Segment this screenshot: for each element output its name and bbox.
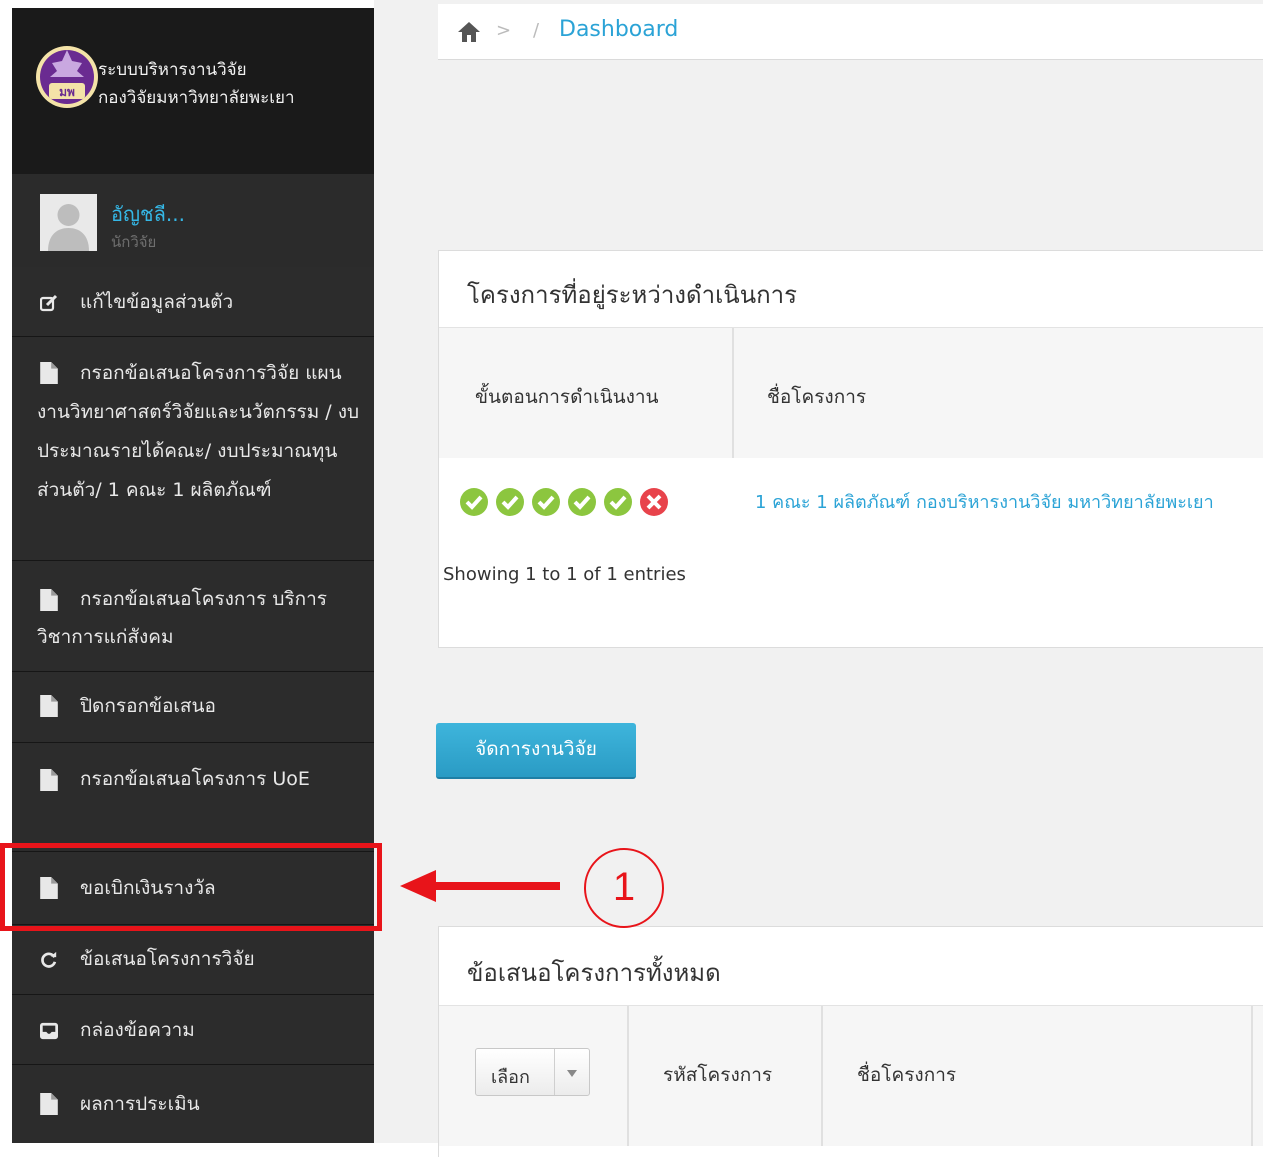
ongoing-projects-panel: โครงการที่อยู่ระหว่างดำเนินการ ขั้นตอนกา… [438, 250, 1263, 648]
home-icon[interactable] [457, 21, 481, 43]
refresh-icon [41, 951, 57, 968]
check-icon [532, 488, 560, 516]
brand-header: มพ ระบบบริหารงานวิจัย กองวิจัยมหาวิทยาลั… [12, 8, 374, 175]
main-content: > / Dashboard โครงการที่อยู่ระหว่างดำเนิ… [374, 0, 1263, 1157]
select-value: เลือก [491, 1067, 530, 1088]
user-name[interactable]: อัญชลี... [111, 198, 185, 230]
select-divider [554, 1049, 555, 1095]
brand-title-line1: ระบบบริหารงานวิจัย [98, 60, 247, 80]
annotation-arrow-icon [400, 870, 560, 902]
column-header-steps[interactable]: ขั้นตอนการดำเนินงาน [475, 382, 659, 412]
check-icon [496, 488, 524, 516]
panel-title: โครงการที่อยู่ระหว่างดำเนินการ [467, 281, 797, 309]
university-logo: มพ [36, 46, 98, 108]
sidebar-item-label: กล่องข้อความ [80, 1019, 195, 1041]
sidebar: มพ ระบบบริหารงานวิจัย กองวิจัยมหาวิทยาลั… [12, 8, 374, 1143]
breadcrumb: > / Dashboard [438, 4, 1263, 60]
inbox-icon [40, 1022, 58, 1040]
logo-text: มพ [59, 85, 75, 99]
panel-title: ข้อเสนอโครงการทั้งหมด [467, 959, 721, 987]
sidebar-item-close-proposal[interactable]: ปิดกรอกข้อเสนอ [12, 672, 374, 743]
column-divider [732, 328, 734, 458]
avatar [40, 194, 97, 251]
table-header: เลือก รหัสโครงการ ชื่อโครงการ [439, 1005, 1263, 1146]
sidebar-item-edit-profile[interactable]: แก้ไขข้อมูลส่วนตัว [12, 267, 374, 337]
table-info: Showing 1 to 1 of 1 entries [443, 564, 686, 585]
column-header-project-name[interactable]: ชื่อโครงการ [767, 382, 866, 412]
sidebar-item-label: ปิดกรอกข้อเสนอ [80, 695, 216, 717]
breadcrumb-dashboard-link[interactable]: Dashboard [559, 17, 678, 42]
cross-icon [640, 488, 668, 516]
sidebar-item-label: กรอกข้อเสนอโครงการวิจัย แผนงานวิทยาศาสตร… [37, 362, 360, 501]
chevron-down-icon [567, 1070, 577, 1077]
sidebar-item-research-proposals[interactable]: ข้อเสนอโครงการวิจัย [12, 925, 374, 995]
sidebar-item-label: ผลการประเมิน [80, 1093, 200, 1115]
sidebar-item-label: แก้ไขข้อมูลส่วนตัว [80, 291, 234, 313]
sidebar-item-label: กรอกข้อเสนอโครงการ บริการวิชาการแก่สังคม [37, 588, 327, 648]
column-header-project-name[interactable]: ชื่อโครงการ [857, 1060, 956, 1090]
user-role: นักวิจัย [111, 233, 157, 251]
select-dropdown[interactable]: เลือก [475, 1048, 590, 1096]
sidebar-item-label: กรอกข้อเสนอโครงการ UoE [80, 768, 310, 790]
column-divider [821, 1006, 823, 1146]
sidebar-item-academic-service[interactable]: กรอกข้อเสนอโครงการ บริการวิชาการแก่สังคม [12, 561, 374, 672]
check-icon [460, 488, 488, 516]
file-icon [40, 1093, 58, 1115]
annotation-highlight-box [0, 843, 382, 931]
brand-title-line2: กองวิจัยมหาวิทยาลัยพะเยา [98, 88, 295, 108]
column-divider [627, 1006, 629, 1146]
brand-title: ระบบบริหารงานวิจัย กองวิจัยมหาวิทยาลัยพะ… [98, 56, 368, 112]
check-icon [568, 488, 596, 516]
column-divider [1251, 1006, 1253, 1146]
check-icon [604, 488, 632, 516]
sidebar-item-evaluation[interactable]: ผลการประเมิน [12, 1065, 374, 1143]
progress-steps [460, 488, 668, 516]
sidebar-item-uoe-proposal[interactable]: กรอกข้อเสนอโครงการ UoE [12, 743, 374, 852]
sidebar-item-label: ข้อเสนอโครงการวิจัย [80, 948, 255, 970]
all-proposals-panel: ข้อเสนอโครงการทั้งหมด เลือก รหัสโครงการ … [438, 926, 1263, 1157]
sidebar-item-research-proposal[interactable]: กรอกข้อเสนอโครงการวิจัย แผนงานวิทยาศาสตร… [12, 337, 374, 561]
table-row: 1 คณะ 1 ผลิตภัณฑ์ กองบริหารงานวิจัย มหาว… [439, 459, 1263, 539]
column-header-project-code[interactable]: รหัสโครงการ [663, 1060, 772, 1090]
breadcrumb-separator: > [496, 20, 512, 41]
edit-icon [40, 294, 58, 312]
breadcrumb-separator: / [533, 20, 540, 41]
project-name-link[interactable]: 1 คณะ 1 ผลิตภัณฑ์ กองบริหารงานวิจัย มหาว… [755, 487, 1263, 516]
sidebar-item-inbox[interactable]: กล่องข้อความ [12, 995, 374, 1065]
user-panel[interactable]: อัญชลี... นักวิจัย [12, 174, 374, 268]
annotation-step-number: 1 [584, 848, 664, 928]
table-header: ขั้นตอนการดำเนินงาน ชื่อโครงการ [439, 327, 1263, 458]
manage-research-button[interactable]: จัดการงานวิจัย [436, 723, 636, 779]
file-icon [40, 695, 58, 717]
